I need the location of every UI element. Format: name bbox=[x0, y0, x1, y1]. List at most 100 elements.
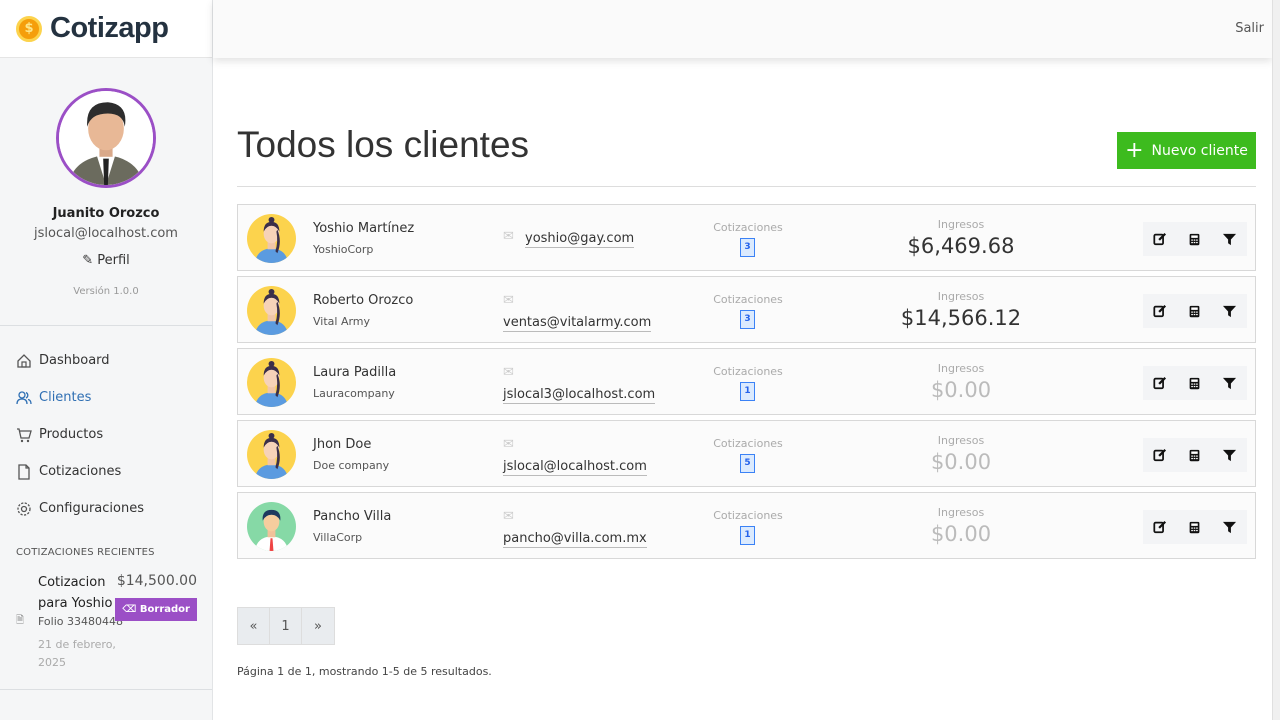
mail-icon: ✉ bbox=[503, 229, 514, 244]
calculator-icon[interactable] bbox=[1187, 519, 1203, 535]
client-email[interactable]: ventas@vitalarmy.com bbox=[503, 315, 652, 332]
page-title: Todos los clientes bbox=[237, 124, 530, 165]
sidebar-item-dashboard[interactable]: Dashboard bbox=[0, 342, 212, 379]
quotes-count: 5 bbox=[740, 454, 755, 473]
client-email[interactable]: jslocal@localhost.com bbox=[503, 459, 647, 476]
sidebar-item-label: Clientes bbox=[39, 390, 92, 405]
quotes-count: 3 bbox=[740, 238, 755, 257]
edit-icon[interactable] bbox=[1152, 303, 1168, 319]
filter-icon[interactable] bbox=[1222, 447, 1238, 463]
client-company: Doe company bbox=[313, 459, 390, 472]
client-email[interactable]: yoshio@gay.com bbox=[525, 231, 635, 248]
sidebar-item-label: Configuraciones bbox=[39, 501, 144, 516]
row-actions bbox=[1143, 294, 1247, 328]
calculator-icon[interactable] bbox=[1187, 447, 1203, 463]
mail-icon: ✉ bbox=[503, 365, 514, 380]
next-page-button[interactable]: » bbox=[302, 608, 334, 644]
client-email[interactable]: jslocal3@localhost.com bbox=[503, 387, 656, 404]
income-label: Ingresos bbox=[937, 290, 985, 303]
profile-section: Juanito Orozco jslocal@localhost.com ✎ P… bbox=[0, 58, 212, 326]
client-name[interactable]: Yoshio Martínez bbox=[313, 221, 414, 236]
sidebar-item-cotizaciones[interactable]: Cotizaciones bbox=[0, 453, 212, 490]
user-avatar bbox=[56, 88, 156, 188]
filter-icon[interactable] bbox=[1222, 375, 1238, 391]
profile-link[interactable]: ✎ Perfil bbox=[0, 253, 212, 268]
gear-icon bbox=[17, 501, 31, 516]
sidebar-nav: Dashboard Clientes Productos Cotizaciones Co… bbox=[0, 326, 212, 527]
sidebar-item-productos[interactable]: Productos bbox=[0, 416, 212, 453]
pagination: « 1 » bbox=[237, 607, 335, 645]
client-name[interactable]: Roberto Orozco bbox=[313, 293, 413, 308]
client-avatar bbox=[247, 358, 296, 407]
sidebar-item-configuraciones[interactable]: Configuraciones bbox=[0, 490, 212, 527]
logout-link[interactable]: Salir bbox=[1235, 21, 1264, 36]
income-label: Ingresos bbox=[937, 434, 985, 447]
client-email[interactable]: pancho@villa.com.mx bbox=[503, 531, 647, 548]
quotes-label: Cotizaciones bbox=[713, 509, 783, 522]
page-1-button[interactable]: 1 bbox=[270, 608, 302, 644]
scrollbar[interactable] bbox=[1272, 0, 1280, 720]
recent-quote-date: 21 de febrero, 2025 bbox=[38, 638, 116, 669]
client-name[interactable]: Pancho Villa bbox=[313, 509, 391, 524]
recent-quotes-heading: COTIZACIONES RECIENTES bbox=[16, 547, 155, 558]
quotes-label: Cotizaciones bbox=[713, 221, 783, 234]
recent-quote-item[interactable]: 🗎 Cotizacion para Yoshio Folio 33480448 … bbox=[0, 558, 212, 690]
sidebar-item-clientes[interactable]: Clientes bbox=[0, 379, 212, 416]
client-row: Pancho Villa VillaCorp ✉ pancho@villa.co… bbox=[237, 492, 1256, 559]
quotes-label: Cotizaciones bbox=[713, 365, 783, 378]
client-company: YoshioCorp bbox=[313, 243, 374, 256]
status-label: Borrador bbox=[139, 604, 190, 615]
income-value: $0.00 bbox=[930, 450, 992, 474]
client-avatar bbox=[247, 502, 296, 551]
quotes-count: 1 bbox=[740, 382, 755, 401]
new-client-label: Nuevo cliente bbox=[1151, 142, 1248, 159]
filter-icon[interactable] bbox=[1222, 519, 1238, 535]
cart-icon bbox=[17, 427, 32, 442]
income-value: $0.00 bbox=[930, 522, 992, 546]
client-name[interactable]: Jhon Doe bbox=[313, 437, 371, 452]
quotes-count: 3 bbox=[740, 310, 755, 329]
filter-icon[interactable] bbox=[1222, 231, 1238, 247]
income-value: $14,566.12 bbox=[900, 306, 1022, 330]
version-text: Versión 1.0.0 bbox=[73, 286, 139, 297]
profile-link-label: Perfil bbox=[97, 253, 130, 268]
edit-icon[interactable] bbox=[1152, 519, 1168, 535]
client-company: Lauracompany bbox=[313, 387, 395, 400]
mail-icon: ✉ bbox=[503, 293, 514, 308]
calculator-icon[interactable] bbox=[1187, 303, 1203, 319]
calculator-icon[interactable] bbox=[1187, 375, 1203, 391]
pagination-info: Página 1 de 1, mostrando 1-5 de 5 result… bbox=[237, 665, 492, 678]
row-actions bbox=[1143, 366, 1247, 400]
user-name: Juanito Orozco bbox=[52, 206, 160, 221]
mail-icon: ✉ bbox=[503, 509, 514, 524]
document-icon: 🗎 bbox=[16, 615, 25, 626]
new-client-button[interactable]: + Nuevo cliente bbox=[1117, 132, 1256, 169]
edit-icon[interactable] bbox=[1152, 375, 1168, 391]
plus-icon: + bbox=[1125, 137, 1144, 163]
app-name: Cotizapp bbox=[50, 12, 169, 44]
edit-icon[interactable] bbox=[1152, 231, 1168, 247]
client-row: Roberto Orozco Vital Army ✉ ventas@vital… bbox=[237, 276, 1256, 343]
income-label: Ingresos bbox=[937, 218, 985, 231]
income-label: Ingresos bbox=[937, 362, 985, 375]
calculator-icon[interactable] bbox=[1187, 231, 1203, 247]
filter-icon[interactable] bbox=[1222, 303, 1238, 319]
sidebar-item-label: Productos bbox=[39, 427, 104, 442]
quotes-label: Cotizaciones bbox=[713, 293, 783, 306]
quotes-count: 1 bbox=[740, 526, 755, 545]
prev-page-button[interactable]: « bbox=[238, 608, 270, 644]
status-badge: ⌫ Borrador bbox=[115, 598, 197, 621]
divider bbox=[237, 186, 1256, 187]
client-name[interactable]: Laura Padilla bbox=[313, 365, 396, 380]
income-value: $0.00 bbox=[930, 378, 992, 402]
sidebar-item-label: Cotizaciones bbox=[39, 464, 122, 479]
users-icon bbox=[16, 390, 32, 404]
client-avatar bbox=[247, 214, 296, 263]
recent-quote-title: Cotizacion para Yoshio bbox=[38, 575, 113, 611]
edit-icon[interactable] bbox=[1152, 447, 1168, 463]
client-row: Jhon Doe Doe company ✉ jslocal@localhost… bbox=[237, 420, 1256, 487]
edit-icon: ✎ bbox=[82, 253, 94, 268]
brand[interactable]: $ Cotizapp bbox=[0, 0, 212, 58]
client-company: VillaCorp bbox=[313, 531, 363, 544]
client-company: Vital Army bbox=[313, 315, 371, 328]
